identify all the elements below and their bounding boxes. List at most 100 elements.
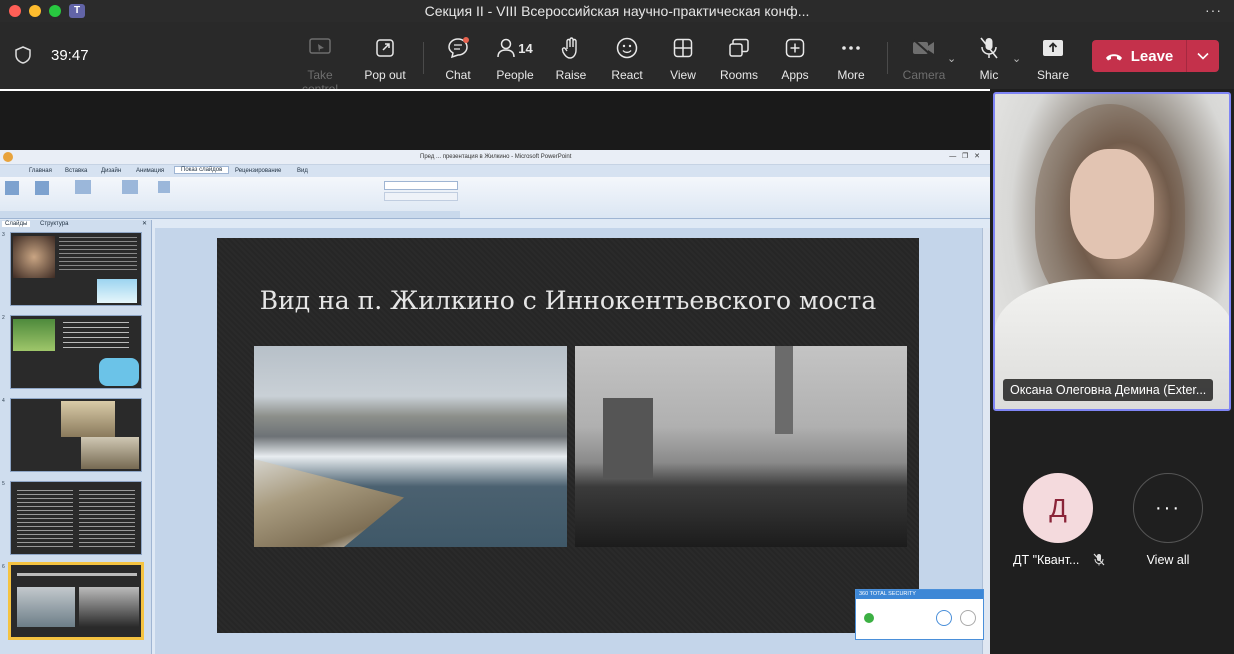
- pop-out-button[interactable]: Pop out: [355, 36, 415, 82]
- view-all-tile[interactable]: ··· View all: [1123, 473, 1213, 567]
- close-panel-icon[interactable]: ✕: [142, 220, 147, 227]
- camera-off-icon: [913, 39, 934, 57]
- from-start-icon[interactable]: [5, 181, 19, 195]
- pop-out-icon: [376, 39, 394, 57]
- minimize-window-button[interactable]: [29, 5, 41, 17]
- hang-up-icon: [1105, 53, 1122, 60]
- slide-thumbnail[interactable]: [10, 481, 142, 555]
- slide-title: Вид на п. Жилкино с Иннокентьевского мос…: [259, 286, 877, 315]
- raise-label: Raise: [555, 68, 587, 82]
- slide-thumbnail[interactable]: [10, 232, 142, 306]
- leave-button[interactable]: Leave: [1092, 40, 1187, 72]
- more-options-icon[interactable]: ···: [1205, 2, 1222, 18]
- thumbnail-text: [63, 322, 129, 352]
- setup-show-icon[interactable]: [122, 180, 138, 194]
- eject-icon[interactable]: [960, 610, 976, 626]
- view-button[interactable]: View: [653, 36, 713, 82]
- toolbar-divider: [423, 42, 424, 74]
- more-participants-icon: ···: [1133, 473, 1203, 543]
- meeting-timer: 39:47: [51, 47, 89, 64]
- mic-muted-icon: [1093, 553, 1105, 566]
- security-popup: 360 TOTAL SECURITY: [855, 589, 984, 640]
- thumbnail-text: [59, 237, 137, 273]
- rooms-icon: [729, 38, 749, 57]
- shield-icon: [15, 46, 31, 64]
- apps-button[interactable]: Apps: [765, 36, 825, 82]
- slide-thumbnail[interactable]: [10, 315, 142, 389]
- folder-icon[interactable]: [936, 610, 952, 626]
- camera-button[interactable]: Camera: [894, 36, 954, 82]
- resolution-dropdown[interactable]: [384, 181, 458, 190]
- mic-off-icon: [980, 37, 998, 59]
- ppt-window-controls[interactable]: — ❐ ✕: [949, 152, 980, 160]
- video-face: [1070, 149, 1154, 259]
- leave-label: Leave: [1130, 47, 1174, 65]
- teams-logo-icon: T: [69, 4, 85, 18]
- meeting-toolbar: 39:47 Take control Pop out Chat 14 Peopl…: [0, 22, 1234, 96]
- ppt-window-title: Пред ... презентация в Жилкино - Microso…: [420, 154, 572, 160]
- outline-tab[interactable]: Структура: [40, 221, 68, 227]
- leave-button-group: Leave: [1092, 40, 1219, 72]
- ppt-tab[interactable]: Главная: [29, 168, 52, 174]
- mic-button[interactable]: Mic: [959, 36, 1019, 82]
- shared-screen: Пред ... презентация в Жилкино - Microso…: [0, 89, 990, 654]
- take-control-button[interactable]: Take control: [290, 36, 350, 96]
- slide-number: 5: [2, 481, 5, 487]
- building-shape: [603, 398, 653, 478]
- mic-options-chevron-icon[interactable]: ⌄: [1012, 52, 1021, 65]
- window-title: Секция II - VIII Всероссийская научно-пр…: [424, 3, 810, 19]
- slide-thumbnail[interactable]: [10, 398, 142, 472]
- hide-slide-icon[interactable]: [158, 181, 170, 193]
- people-count: 14: [518, 40, 533, 56]
- slides-tab[interactable]: Слайды: [2, 221, 31, 227]
- slide-thumbnail-selected[interactable]: [8, 562, 144, 640]
- more-button[interactable]: More: [821, 36, 881, 82]
- rooms-label: Rooms: [719, 68, 758, 82]
- current-slide[interactable]: Вид на п. Жилкино с Иннокентьевского мос…: [217, 238, 919, 633]
- participant-video-tile[interactable]: Оксана Олеговна Демина (Exter...: [993, 92, 1231, 411]
- chimney-shape: [775, 346, 793, 434]
- check-icon: [864, 613, 874, 623]
- participant-name: ДТ "Квант...: [1013, 553, 1105, 567]
- participant-tile[interactable]: Д ДТ "Квант...: [1013, 473, 1105, 567]
- people-button[interactable]: 14 People: [485, 36, 545, 82]
- rooms-button[interactable]: Rooms: [709, 36, 769, 82]
- monitor-dropdown[interactable]: [384, 192, 458, 201]
- add-app-icon: [785, 38, 805, 58]
- thumbnail-image: [79, 587, 139, 627]
- participants-panel: Оксана Олеговна Демина (Exter... Д ДТ "К…: [990, 89, 1234, 652]
- participant-name-text: ДТ "Квант...: [1013, 553, 1080, 567]
- office-button-icon[interactable]: [3, 152, 13, 162]
- security-popup-title: 360 TOTAL SECURITY: [856, 590, 983, 599]
- thumbnail-image: [17, 587, 75, 627]
- ppt-tab[interactable]: Дизайн: [101, 168, 121, 174]
- view-label: View: [670, 68, 696, 82]
- chat-button[interactable]: Chat: [428, 36, 488, 82]
- slide-number: 6: [2, 564, 5, 570]
- from-current-icon[interactable]: [35, 181, 49, 195]
- apps-label: Apps: [781, 68, 809, 82]
- smile-icon: [616, 37, 638, 59]
- ppt-tab[interactable]: Анимация: [136, 168, 164, 174]
- custom-show-icon[interactable]: [75, 180, 91, 194]
- people-icon: [497, 38, 516, 58]
- maximize-window-button[interactable]: [49, 5, 61, 17]
- ppt-tab[interactable]: Рецензирование: [235, 168, 281, 174]
- ppt-tab[interactable]: Вид: [297, 168, 308, 174]
- ppt-tab[interactable]: Вставка: [65, 168, 87, 174]
- powerpoint-window: Пред ... презентация в Жилкино - Microso…: [0, 150, 990, 654]
- leave-options-chevron-icon[interactable]: [1187, 40, 1219, 72]
- mic-label: Mic: [979, 68, 999, 82]
- close-window-button[interactable]: [9, 5, 21, 17]
- camera-options-chevron-icon[interactable]: ⌄: [947, 52, 956, 65]
- ppt-ribbon: [0, 177, 990, 219]
- camera-label: Camera: [902, 68, 946, 82]
- ppt-tab-active[interactable]: Показ слайдов: [174, 166, 230, 174]
- monitors-group: [296, 181, 466, 209]
- share-button[interactable]: Share: [1023, 36, 1083, 82]
- react-button[interactable]: React: [597, 36, 657, 82]
- raise-hand-button[interactable]: Raise: [541, 36, 601, 82]
- thumbnail-image: [13, 236, 55, 278]
- thumbnail-text: [79, 490, 135, 548]
- participant-name-tag: Оксана Олеговна Демина (Exter...: [1003, 379, 1214, 401]
